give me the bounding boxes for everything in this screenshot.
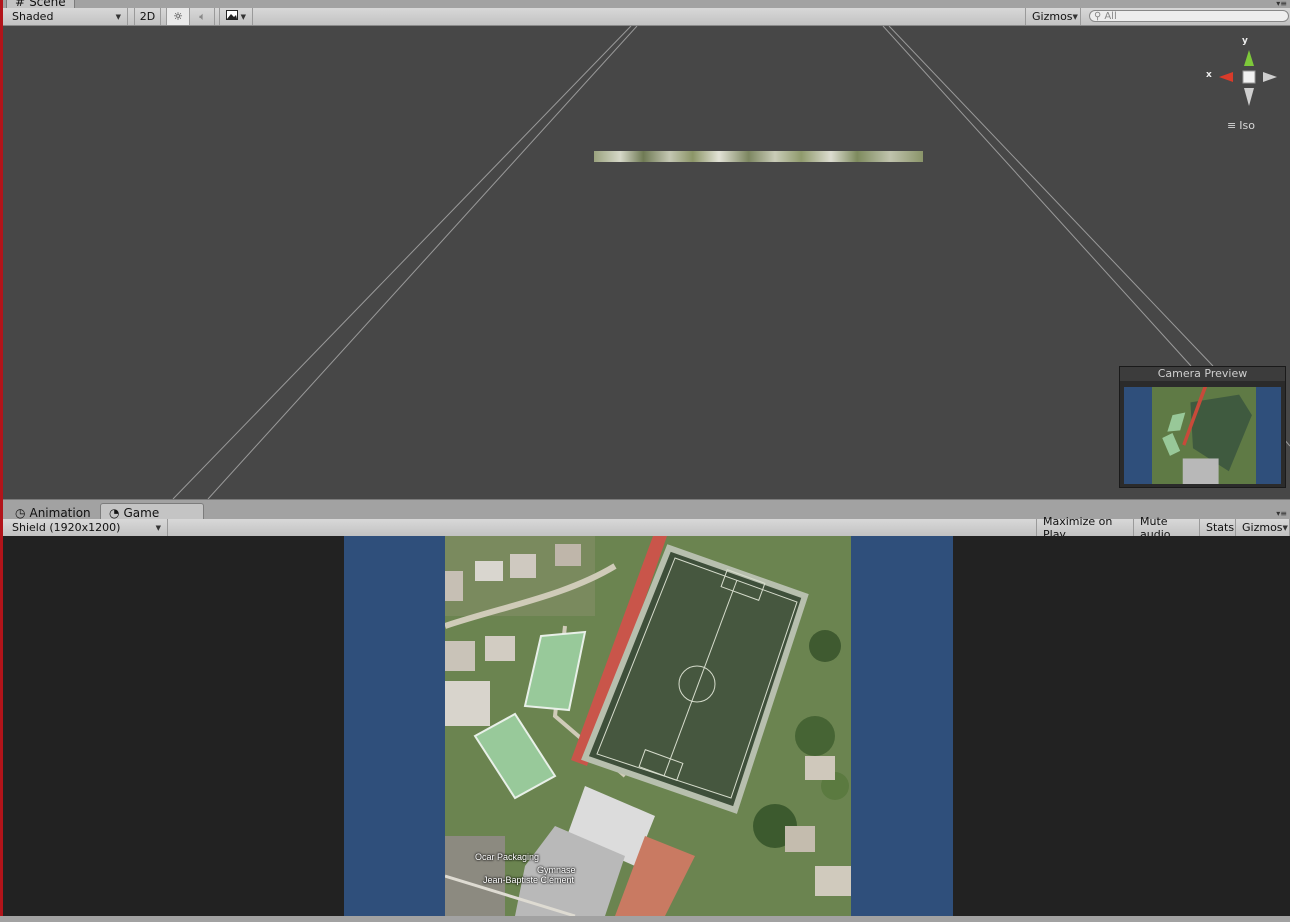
map-plane-mesh[interactable] (594, 151, 923, 162)
dropdown-arrow-icon: ▼ (115, 12, 121, 21)
panel-menu-icon[interactable]: ▾≡ (1276, 510, 1287, 518)
speaker-icon: 🔈︎ (199, 9, 206, 23)
game-view[interactable]: Ocar Packaging Gymnase Jean-Baptiste Clé… (3, 536, 1290, 916)
search-icon: ⚲ (1094, 10, 1102, 22)
map-label-gymnase: Gymnase (537, 865, 576, 875)
hierarchy-search-input[interactable]: ⚲ All (1089, 10, 1289, 22)
scene-gizmos-dropdown[interactable]: Gizmos ▼ (1025, 8, 1081, 25)
game-camera-canvas: Ocar Packaging Gymnase Jean-Baptiste Clé… (344, 536, 953, 916)
stats-label: Stats (1206, 521, 1235, 534)
orientation-cones-icon[interactable] (1203, 36, 1283, 116)
sun-icon: ☼ (173, 10, 183, 23)
dropdown-arrow-icon: ▼ (155, 523, 161, 532)
scene-audio-button[interactable]: 🔈︎ (191, 8, 215, 25)
grid-icon: # (15, 0, 26, 8)
resolution-dropdown[interactable]: Shield (1920x1200) ▼ (6, 519, 168, 536)
scene-orientation-gizmo[interactable]: y x ≡ Iso (1203, 36, 1283, 146)
tab-game-label: Game (123, 506, 160, 520)
toggle-2d-label: 2D (139, 10, 156, 23)
scene-tabstrip: # Scene ▾≡ (3, 0, 1290, 8)
scene-view[interactable]: y x ≡ Iso Camera Preview (3, 26, 1290, 499)
resolution-value: Shield (1920x1200) (12, 521, 121, 534)
scene-gizmos-label: Gizmos (1032, 10, 1073, 23)
status-bar (0, 916, 1290, 922)
tab-animation-label: Animation (29, 506, 91, 520)
dropdown-arrow-icon: ▼ (1282, 523, 1288, 532)
camera-preview-title: Camera Preview (1120, 367, 1285, 381)
search-placeholder: All (1104, 10, 1117, 22)
panel-menu-icon[interactable]: ▾≡ (1276, 0, 1287, 8)
map-label-packaging: Ocar Packaging (475, 852, 540, 862)
dropdown-arrow-icon: ▼ (1072, 12, 1078, 21)
satellite-map-image: Ocar Packaging Gymnase Jean-Baptiste Clé… (445, 536, 851, 916)
mute-audio-button[interactable]: Mute audio (1134, 515, 1200, 541)
projection-toggle[interactable]: ≡ Iso (1227, 119, 1255, 132)
tab-scene[interactable]: # Scene (6, 0, 75, 8)
scene-toolbar: Shaded ▼ 2D ☼ 🔈︎ ▼ Gizmos ▼ ⚲ All (3, 8, 1290, 26)
tab-scene-label: Scene (29, 0, 66, 8)
camera-frustum-lines (172, 26, 1290, 499)
dropdown-arrow-icon: ▼ (240, 12, 246, 21)
game-toolbar: Shield (1920x1200) ▼ Maximize on Play Mu… (3, 515, 1290, 541)
pacman-icon: ◔ (109, 506, 120, 520)
map-label-school: Jean-Baptiste Clément (483, 875, 575, 885)
scene-lighting-button[interactable]: ☼ (166, 8, 190, 25)
shading-mode-dropdown[interactable]: Shaded ▼ (6, 8, 128, 25)
camera-preview-panel: Camera Preview (1119, 366, 1286, 488)
scene-effects-button[interactable]: ▼ (219, 8, 253, 25)
game-gizmos-dropdown[interactable]: Gizmos ▼ (1236, 519, 1290, 536)
hamburger-icon: ≡ (1227, 119, 1237, 132)
toggle-2d-button[interactable]: 2D (134, 8, 161, 25)
game-gizmos-label: Gizmos (1242, 521, 1283, 534)
camera-preview-image (1124, 387, 1281, 484)
clock-icon: ◷ (15, 506, 26, 520)
shading-mode-value: Shaded (12, 10, 54, 23)
image-icon (226, 10, 238, 23)
stats-button[interactable]: Stats (1200, 519, 1236, 536)
maximize-on-play-button[interactable]: Maximize on Play (1036, 515, 1134, 541)
projection-label: Iso (1239, 119, 1255, 132)
